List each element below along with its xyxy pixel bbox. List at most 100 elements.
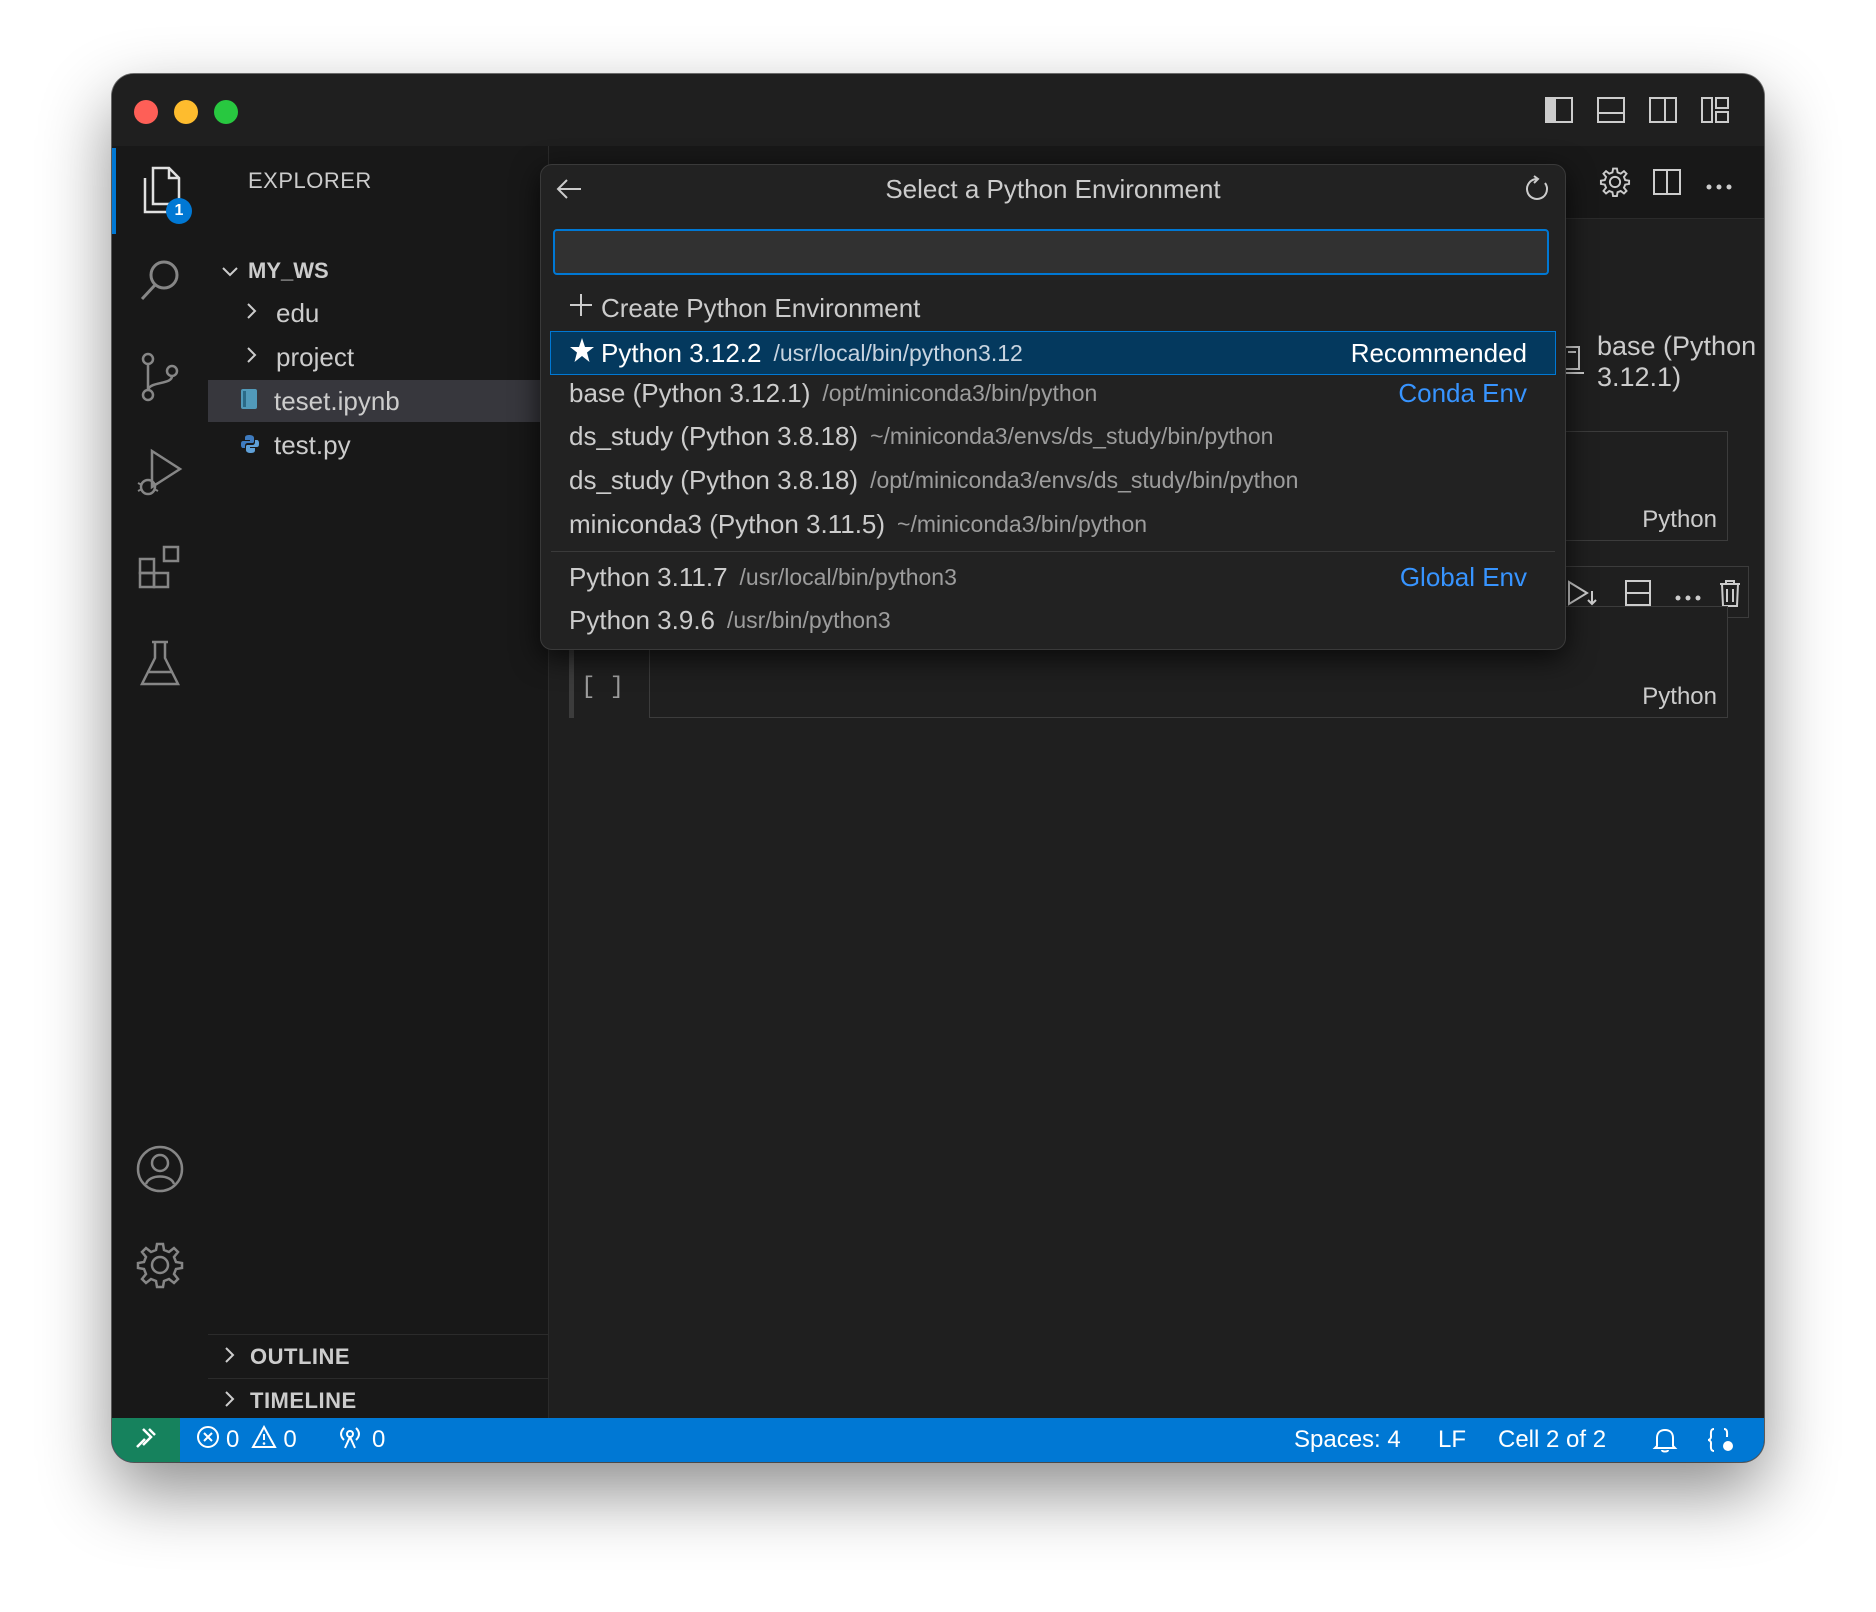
cell-execution-count: [ ]: [581, 674, 625, 701]
group-separator: [551, 551, 1555, 552]
eol-indicator[interactable]: LF: [1438, 1418, 1466, 1462]
source-control-icon: [138, 351, 182, 408]
environment-label: ds_study (Python 3.8.18): [569, 420, 859, 451]
environment-path: /usr/local/bin/python3: [739, 563, 957, 590]
quick-pick-title: Select a Python Environment: [885, 173, 1221, 204]
warning-icon: [251, 1424, 278, 1456]
more-actions-icon[interactable]: [1705, 178, 1733, 196]
chevron-right-icon: [220, 1344, 240, 1370]
toggle-secondary-sidebar-icon[interactable]: [1648, 96, 1680, 126]
language-status-icon[interactable]: [1706, 1418, 1736, 1462]
create-environment-item[interactable]: Create Python Environment: [551, 287, 1555, 329]
indentation-indicator[interactable]: Spaces: 4: [1294, 1418, 1401, 1462]
kernel-picker[interactable]: base (Python 3.12.1): [1561, 331, 1764, 392]
toggle-panel-icon[interactable]: [1596, 96, 1628, 126]
kernel-label: base (Python 3.12.1): [1597, 331, 1757, 392]
tree-item-edu[interactable]: edu: [208, 292, 548, 334]
more-actions-icon[interactable]: [1674, 589, 1702, 607]
environment-path: /opt/miniconda3/envs/ds_study/bin/python: [870, 466, 1299, 493]
tree-item-test-py[interactable]: test.py: [208, 424, 548, 466]
account-icon: [135, 1144, 185, 1199]
environment-tag: Global Env: [1399, 561, 1527, 592]
chevron-right-icon: [242, 344, 262, 370]
environment-label: Python 3.9.6: [569, 604, 715, 635]
environment-path: /usr/bin/python3: [727, 606, 891, 633]
search-icon: [136, 257, 184, 310]
sidebar-title: EXPLORER: [248, 168, 372, 193]
tree-item-project[interactable]: project: [208, 336, 548, 378]
close-window-button[interactable]: [134, 100, 158, 124]
environment-item[interactable]: Python 3.9.6 /usr/bin/python3: [551, 599, 1555, 641]
extensions-activity[interactable]: [112, 526, 208, 612]
ports-count: 0: [372, 1426, 386, 1453]
python-environment-quick-pick: Select a Python Environment Create Pytho…: [540, 164, 1566, 650]
environment-path: /usr/local/bin/python3.12: [773, 339, 1023, 366]
broadcast-icon: [336, 1424, 364, 1457]
environment-label: base (Python 3.12.1): [569, 377, 811, 408]
problems-indicator[interactable]: 0 0: [196, 1418, 297, 1462]
cell-language-label[interactable]: Python: [1642, 506, 1717, 534]
environment-item[interactable]: ds_study (Python 3.8.18) ~/miniconda3/en…: [551, 415, 1555, 457]
remote-indicator[interactable]: [112, 1418, 180, 1462]
testing-icon: [138, 638, 182, 693]
section-label: TIMELINE: [250, 1388, 357, 1413]
customize-layout-icon[interactable]: [1700, 96, 1732, 126]
environment-path: /opt/miniconda3/bin/python: [822, 379, 1098, 406]
environment-path: ~/miniconda3/envs/ds_study/bin/python: [870, 422, 1274, 449]
settings-gear-icon: [135, 1240, 185, 1295]
create-environment-label: Create Python Environment: [601, 292, 921, 323]
environment-label: Python 3.12.2: [601, 337, 762, 368]
tree-item-label: edu: [276, 297, 320, 328]
chevron-right-icon: [242, 300, 262, 326]
environment-path: ~/miniconda3/bin/python: [897, 510, 1148, 537]
environment-item[interactable]: base (Python 3.12.1) /opt/miniconda3/bin…: [551, 372, 1555, 414]
environment-tag: Recommended: [1350, 337, 1527, 368]
tree-item-teset-ipynb[interactable]: teset.ipynb: [208, 380, 548, 422]
vscode-window: 1 EXPLORER MY_WS edu project teset.ipynb…: [112, 74, 1764, 1462]
source-control-activity[interactable]: [112, 336, 208, 422]
environment-label: miniconda3 (Python 3.11.5): [569, 508, 886, 539]
cell-position-indicator[interactable]: Cell 2 of 2: [1498, 1418, 1606, 1462]
manage-activity[interactable]: [112, 1224, 208, 1310]
section-label: OUTLINE: [250, 1344, 351, 1369]
error-count: 0: [226, 1426, 240, 1453]
maximize-window-button[interactable]: [214, 100, 238, 124]
split-editor-icon[interactable]: [1652, 168, 1682, 201]
environment-item[interactable]: Python 3.11.7 /usr/local/bin/python3 Glo…: [551, 556, 1555, 598]
outline-section[interactable]: OUTLINE: [208, 1334, 548, 1379]
settings-gear-icon[interactable]: [1599, 166, 1631, 203]
notebook-file-icon: [240, 386, 260, 417]
timeline-section[interactable]: TIMELINE: [208, 1378, 548, 1423]
error-icon: [196, 1425, 220, 1456]
explorer-activity[interactable]: 1: [112, 148, 208, 234]
notifications-bell-icon[interactable]: [1652, 1418, 1678, 1462]
testing-activity[interactable]: [112, 622, 208, 708]
status-bar: 0 0 0 Spaces: 4 LF Cell 2 of 2: [112, 1418, 1764, 1462]
accounts-activity[interactable]: [112, 1128, 208, 1214]
environment-label: Python 3.11.7: [569, 561, 728, 592]
tree-item-label: teset.ipynb: [274, 385, 400, 416]
environment-item[interactable]: miniconda3 (Python 3.11.5) ~/miniconda3/…: [551, 503, 1555, 545]
environment-item[interactable]: Python 3.12.2 /usr/local/bin/python3.12 …: [550, 331, 1556, 375]
minimize-window-button[interactable]: [174, 100, 198, 124]
workspace-name: MY_WS: [248, 258, 329, 283]
environment-item[interactable]: ds_study (Python 3.8.18) /opt/miniconda3…: [551, 459, 1555, 501]
toggle-primary-sidebar-icon[interactable]: [1544, 96, 1576, 126]
quick-pick-input[interactable]: [553, 229, 1549, 275]
star-icon: [569, 337, 595, 370]
explorer-sidebar: EXPLORER MY_WS edu project teset.ipynb t…: [208, 146, 549, 1418]
search-activity[interactable]: [112, 240, 208, 326]
run-debug-activity[interactable]: [112, 432, 208, 518]
refresh-icon[interactable]: [1523, 175, 1551, 208]
environment-tag: Conda Env: [1398, 377, 1527, 408]
chevron-down-icon: [220, 258, 240, 284]
workspace-folder[interactable]: MY_WS: [208, 250, 548, 292]
title-bar: [112, 74, 1764, 147]
explorer-badge: 1: [166, 198, 192, 224]
ports-indicator[interactable]: 0: [336, 1418, 385, 1462]
tree-item-label: test.py: [274, 429, 351, 460]
run-debug-icon: [136, 447, 184, 504]
chevron-right-icon: [220, 1388, 240, 1414]
environment-label: ds_study (Python 3.8.18): [569, 464, 859, 495]
cell-language-label[interactable]: Python: [1642, 683, 1717, 711]
